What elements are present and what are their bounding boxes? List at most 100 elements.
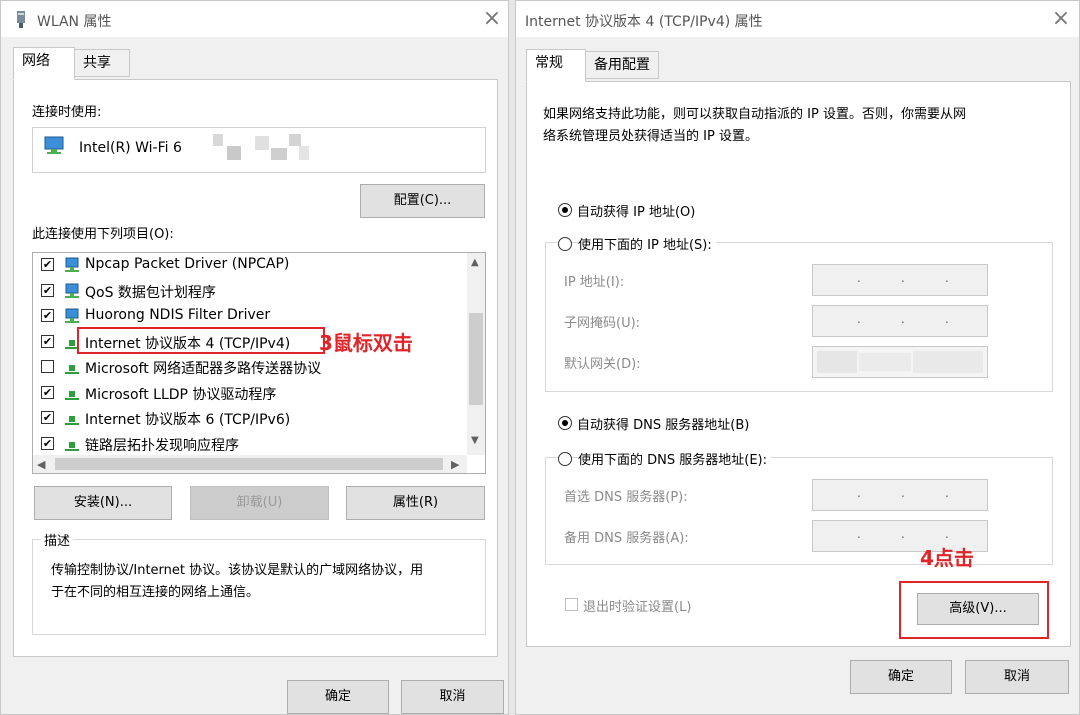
window-title: WLAN 属性 [37, 14, 112, 30]
item-label: Microsoft 网络适配器多路传送器协议 [85, 361, 322, 377]
default-gateway-input [812, 346, 988, 378]
configure-button[interactable]: 配置(C)... [360, 184, 485, 218]
scroll-up-icon[interactable]: ▲ [471, 257, 479, 268]
ok-button[interactable]: 确定 [287, 680, 389, 714]
list-item[interactable]: ✔ Internet 协议版本 6 (TCP/IPv6) [33, 406, 463, 431]
network-client-icon [65, 257, 79, 272]
network-client-icon [65, 283, 79, 298]
item-checkbox[interactable]: ✔ [41, 283, 54, 297]
redacted-block [817, 351, 857, 373]
item-label: Microsoft LLDP 协议驱动程序 [85, 386, 277, 403]
item-checkbox[interactable] [41, 360, 54, 373]
cancel-button[interactable]: 取消 [401, 680, 504, 714]
manual-ip-group: 使用下面的 IP 地址(S): IP 地址(I): ... 子网掩码(U): .… [545, 234, 1053, 392]
item-label: Huorong NDIS Filter Driver [85, 307, 271, 323]
item-checkbox[interactable]: ✔ [41, 334, 54, 348]
manual-dns-radio[interactable] [558, 452, 572, 466]
default-gateway-label: 默认网关(D): [564, 357, 641, 372]
item-label: QoS 数据包计划程序 [85, 284, 216, 301]
redacted-block [913, 351, 983, 373]
item-checkbox[interactable]: ✔ [41, 411, 54, 424]
adapter-name: Intel(R) Wi-Fi 6 [79, 140, 182, 156]
manual-dns-group: 使用下面的 DNS 服务器地址(E): 首选 DNS 服务器(P): ... 备… [545, 449, 1053, 565]
tab-strip: 网络 共享 [1, 37, 508, 80]
cancel-button[interactable]: 取消 [965, 660, 1069, 694]
close-icon[interactable]: × [1048, 7, 1074, 33]
scroll-right-icon[interactable]: ▶ [451, 458, 459, 471]
validate-checkbox [565, 598, 578, 611]
manual-ip-radio[interactable] [558, 237, 572, 251]
wlan-adapter-icon [17, 11, 25, 28]
redacted-block [299, 146, 309, 160]
wlan-properties-window: WLAN 属性 × 网络 共享 连接时使用: Intel(R) Wi-Fi 6 … [0, 0, 509, 715]
list-item[interactable]: ✔ 链路层拓扑发现响应程序 [33, 432, 463, 457]
tab-general[interactable]: 常规 [526, 49, 586, 82]
vertical-scrollbar[interactable]: ▲ ▼ [467, 253, 485, 455]
item-checkbox[interactable]: ✔ [41, 385, 54, 399]
scroll-down-icon[interactable]: ▼ [471, 435, 479, 446]
ipv4-properties-window: Internet 协议版本 4 (TCP/IPv4) 属性 × 常规 备用配置 … [515, 0, 1080, 715]
item-checkbox[interactable]: ✔ [41, 436, 54, 450]
horizontal-scrollbar[interactable]: ◀ ▶ [33, 455, 467, 473]
description-text-line2: 于在不同的相互连接的网络上通信。 [51, 585, 260, 600]
scroll-thumb[interactable] [469, 313, 483, 405]
network-adapter-icon [44, 136, 64, 154]
intro-line2: 络系统管理员处获得适当的 IP 设置。 [543, 129, 758, 144]
ip-address-input: ... [812, 264, 988, 296]
network-client-icon [65, 308, 79, 323]
network-protocol-icon [65, 390, 79, 400]
window-title: Internet 协议版本 4 (TCP/IPv4) 属性 [525, 14, 763, 30]
description-legend: 描述 [41, 530, 74, 549]
highlight-box-advanced [899, 581, 1049, 639]
validate-label: 退出时验证设置(L) [583, 600, 692, 615]
manual-ip-label[interactable]: 使用下面的 IP 地址(S): [578, 234, 716, 253]
preferred-dns-label: 首选 DNS 服务器(P): [564, 490, 688, 505]
redacted-block [227, 146, 241, 160]
list-item[interactable]: ✔ Huorong NDIS Filter Driver [33, 304, 463, 329]
list-item[interactable]: ✔ QoS 数据包计划程序 [33, 279, 463, 304]
ok-button[interactable]: 确定 [850, 660, 952, 694]
general-tab-panel: 如果网络支持此功能，则可以获取自动指派的 IP 设置。否则，你需要从网 络系统管… [526, 81, 1071, 647]
list-item[interactable]: ✔ Microsoft LLDP 协议驱动程序 [33, 381, 463, 406]
item-checkbox[interactable]: ✔ [41, 309, 54, 322]
network-tab-panel: 连接时使用: Intel(R) Wi-Fi 6 配置(C)... 此连接使用下列… [13, 79, 498, 657]
items-label: 此连接使用下列项目(O): [32, 227, 174, 242]
adapter-box: Intel(R) Wi-Fi 6 [32, 127, 486, 173]
install-button[interactable]: 安装(N)... [34, 486, 172, 520]
uninstall-button: 卸载(U) [190, 486, 329, 520]
ip-address-label: IP 地址(I): [564, 275, 625, 290]
scroll-left-icon[interactable]: ◀ [37, 458, 45, 471]
auto-ip-radio[interactable] [558, 203, 572, 217]
list-item[interactable]: Microsoft 网络适配器多路传送器协议 [33, 355, 463, 380]
auto-dns-radio[interactable] [558, 416, 572, 430]
subnet-mask-input: ... [812, 305, 988, 337]
properties-button[interactable]: 属性(R) [346, 486, 485, 520]
annotation-double-click: 3鼠标双击 [319, 331, 413, 355]
auto-dns-label[interactable]: 自动获得 DNS 服务器地址(B) [577, 414, 749, 433]
connect-using-label: 连接时使用: [32, 105, 102, 120]
highlight-box-ipv4 [77, 327, 325, 354]
redacted-block [213, 134, 223, 146]
preferred-dns-input: ... [812, 479, 988, 511]
scroll-thumb-horizontal[interactable] [55, 458, 443, 470]
description-group: 描述 传输控制协议/Internet 协议。该协议是默认的广域网络协议，用 于在… [32, 530, 486, 635]
redacted-block [255, 136, 269, 150]
item-checkbox[interactable]: ✔ [41, 258, 54, 271]
close-icon[interactable]: × [479, 7, 505, 33]
tab-strip: 常规 备用配置 [516, 37, 1079, 82]
title-bar: WLAN 属性 × [1, 1, 508, 37]
annotation-click: 4点击 [920, 546, 974, 570]
tab-sharing[interactable]: 共享 [74, 49, 130, 77]
list-item[interactable]: ✔ Npcap Packet Driver (NPCAP) [33, 253, 463, 278]
manual-dns-label[interactable]: 使用下面的 DNS 服务器地址(E): [578, 449, 771, 468]
redacted-block [289, 134, 301, 146]
tab-network[interactable]: 网络 [13, 47, 75, 80]
items-list[interactable]: ✔ Npcap Packet Driver (NPCAP) ✔ QoS 数据包计划程序… [32, 252, 486, 474]
network-protocol-icon [65, 441, 79, 451]
network-protocol-icon [65, 365, 79, 374]
auto-ip-label[interactable]: 自动获得 IP 地址(O) [577, 201, 695, 220]
tab-alternate-config[interactable]: 备用配置 [585, 51, 659, 79]
subnet-mask-label: 子网掩码(U): [564, 316, 641, 331]
redacted-block [271, 148, 287, 160]
network-protocol-icon [65, 416, 79, 425]
